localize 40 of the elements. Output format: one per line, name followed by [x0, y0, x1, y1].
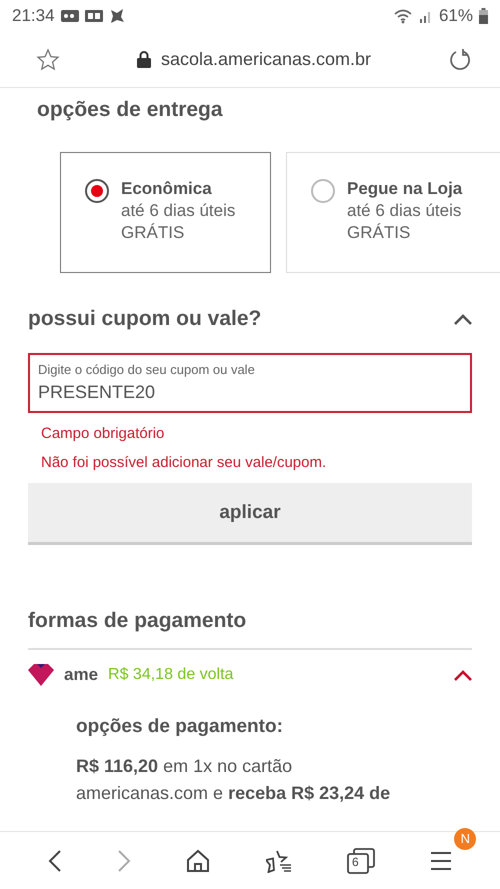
delivery-option[interactable]: Econômica até 6 dias úteis GRÁTIS: [60, 152, 271, 273]
delivery-time: até 6 dias úteis: [121, 201, 236, 221]
option-name: Pegue na Loja: [347, 179, 462, 199]
radio-button[interactable]: [85, 179, 109, 203]
battery-percent: 61%: [438, 6, 473, 26]
notification-badge: N: [454, 828, 476, 850]
payment-options-heading: opções de pagamento:: [76, 716, 284, 738]
status-time: 21:34: [12, 6, 55, 26]
delivery-price: GRÁTIS: [121, 223, 186, 243]
option-name: Econômica: [121, 179, 213, 199]
error-message: Não foi possível adicionar seu vale/cupom.: [41, 454, 328, 471]
collapse-chevron-icon[interactable]: [454, 314, 472, 324]
section-heading: possui cupom ou vale?: [28, 307, 262, 331]
voicemail-icon: [60, 9, 79, 23]
coupon-code-input[interactable]: PRESENTE20: [38, 382, 462, 403]
section-heading: opções de entrega: [37, 98, 224, 122]
battery-icon: [479, 8, 488, 24]
bookmark-star-icon[interactable]: [36, 48, 60, 72]
radio-button[interactable]: [311, 179, 335, 203]
signal-icon: [418, 9, 433, 23]
delivery-time: até 6 dias úteis: [347, 201, 462, 221]
lock-icon: [136, 51, 151, 68]
tabs-button[interactable]: 6: [342, 844, 379, 878]
notification-icon: [84, 9, 103, 23]
coupon-input-field[interactable]: Digite o código do seu cupom ou vale PRESENTE20: [28, 353, 472, 413]
payment-description: americanas.com e receba R$ 23,24 de: [76, 783, 392, 804]
payment-method-name: ame: [64, 665, 98, 685]
heart-logo-icon: [28, 664, 54, 686]
delivery-price: GRÁTIS: [347, 223, 412, 243]
error-message: Campo obrigatório: [41, 425, 166, 442]
cashback-text: R$ 34,18 de volta: [108, 666, 234, 684]
payment-chevron-icon[interactable]: [454, 670, 472, 680]
field-label: Digite o código do seu cupom ou vale: [38, 362, 256, 377]
delivery-option[interactable]: Pegue na Loja até 6 dias úteis GRÁTIS: [286, 152, 500, 273]
payment-description: R$ 116,20 em 1x no cartão: [76, 756, 294, 777]
url-text[interactable]: sacola.americanas.com.br: [160, 49, 372, 70]
apply-button[interactable]: aplicar: [28, 483, 472, 545]
reload-icon[interactable]: [448, 48, 472, 72]
wifi-icon: [392, 8, 413, 24]
section-heading: formas de pagamento: [28, 609, 248, 633]
